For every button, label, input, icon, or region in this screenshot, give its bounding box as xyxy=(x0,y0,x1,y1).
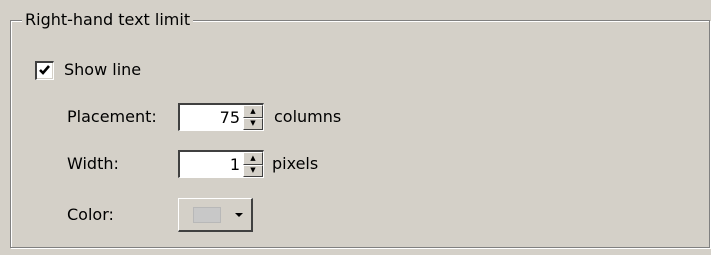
placement-spin[interactable]: ▲ ▼ xyxy=(178,103,264,131)
placement-label: Placement: xyxy=(67,107,157,126)
dropdown-arrow-icon xyxy=(235,212,243,217)
color-label: Color: xyxy=(67,205,114,224)
width-spin-buttons: ▲ ▼ xyxy=(243,152,263,177)
color-picker-button[interactable] xyxy=(178,198,253,232)
color-swatch xyxy=(193,206,221,223)
width-label: Width: xyxy=(67,154,119,173)
spin-down-icon[interactable]: ▼ xyxy=(243,117,263,130)
text-limit-panel: Right-hand text limit Show line Placemen… xyxy=(0,0,711,255)
show-line-checkbox[interactable] xyxy=(35,60,54,80)
placement-input[interactable] xyxy=(180,105,243,130)
width-spin[interactable]: ▲ ▼ xyxy=(178,150,264,178)
right-hand-text-limit-groupbox xyxy=(10,20,710,248)
show-line-checkbox-row[interactable]: Show line xyxy=(35,58,141,82)
placement-unit: columns xyxy=(274,107,342,126)
spin-down-icon[interactable]: ▼ xyxy=(243,164,263,177)
spin-up-icon[interactable]: ▲ xyxy=(243,105,263,118)
groupbox-title: Right-hand text limit xyxy=(22,9,194,31)
show-line-label[interactable]: Show line xyxy=(64,58,141,82)
width-unit: pixels xyxy=(272,154,319,173)
width-input[interactable] xyxy=(180,152,243,177)
checkmark-icon xyxy=(39,64,50,75)
spin-up-icon[interactable]: ▲ xyxy=(243,152,263,165)
placement-spin-buttons: ▲ ▼ xyxy=(243,105,263,130)
